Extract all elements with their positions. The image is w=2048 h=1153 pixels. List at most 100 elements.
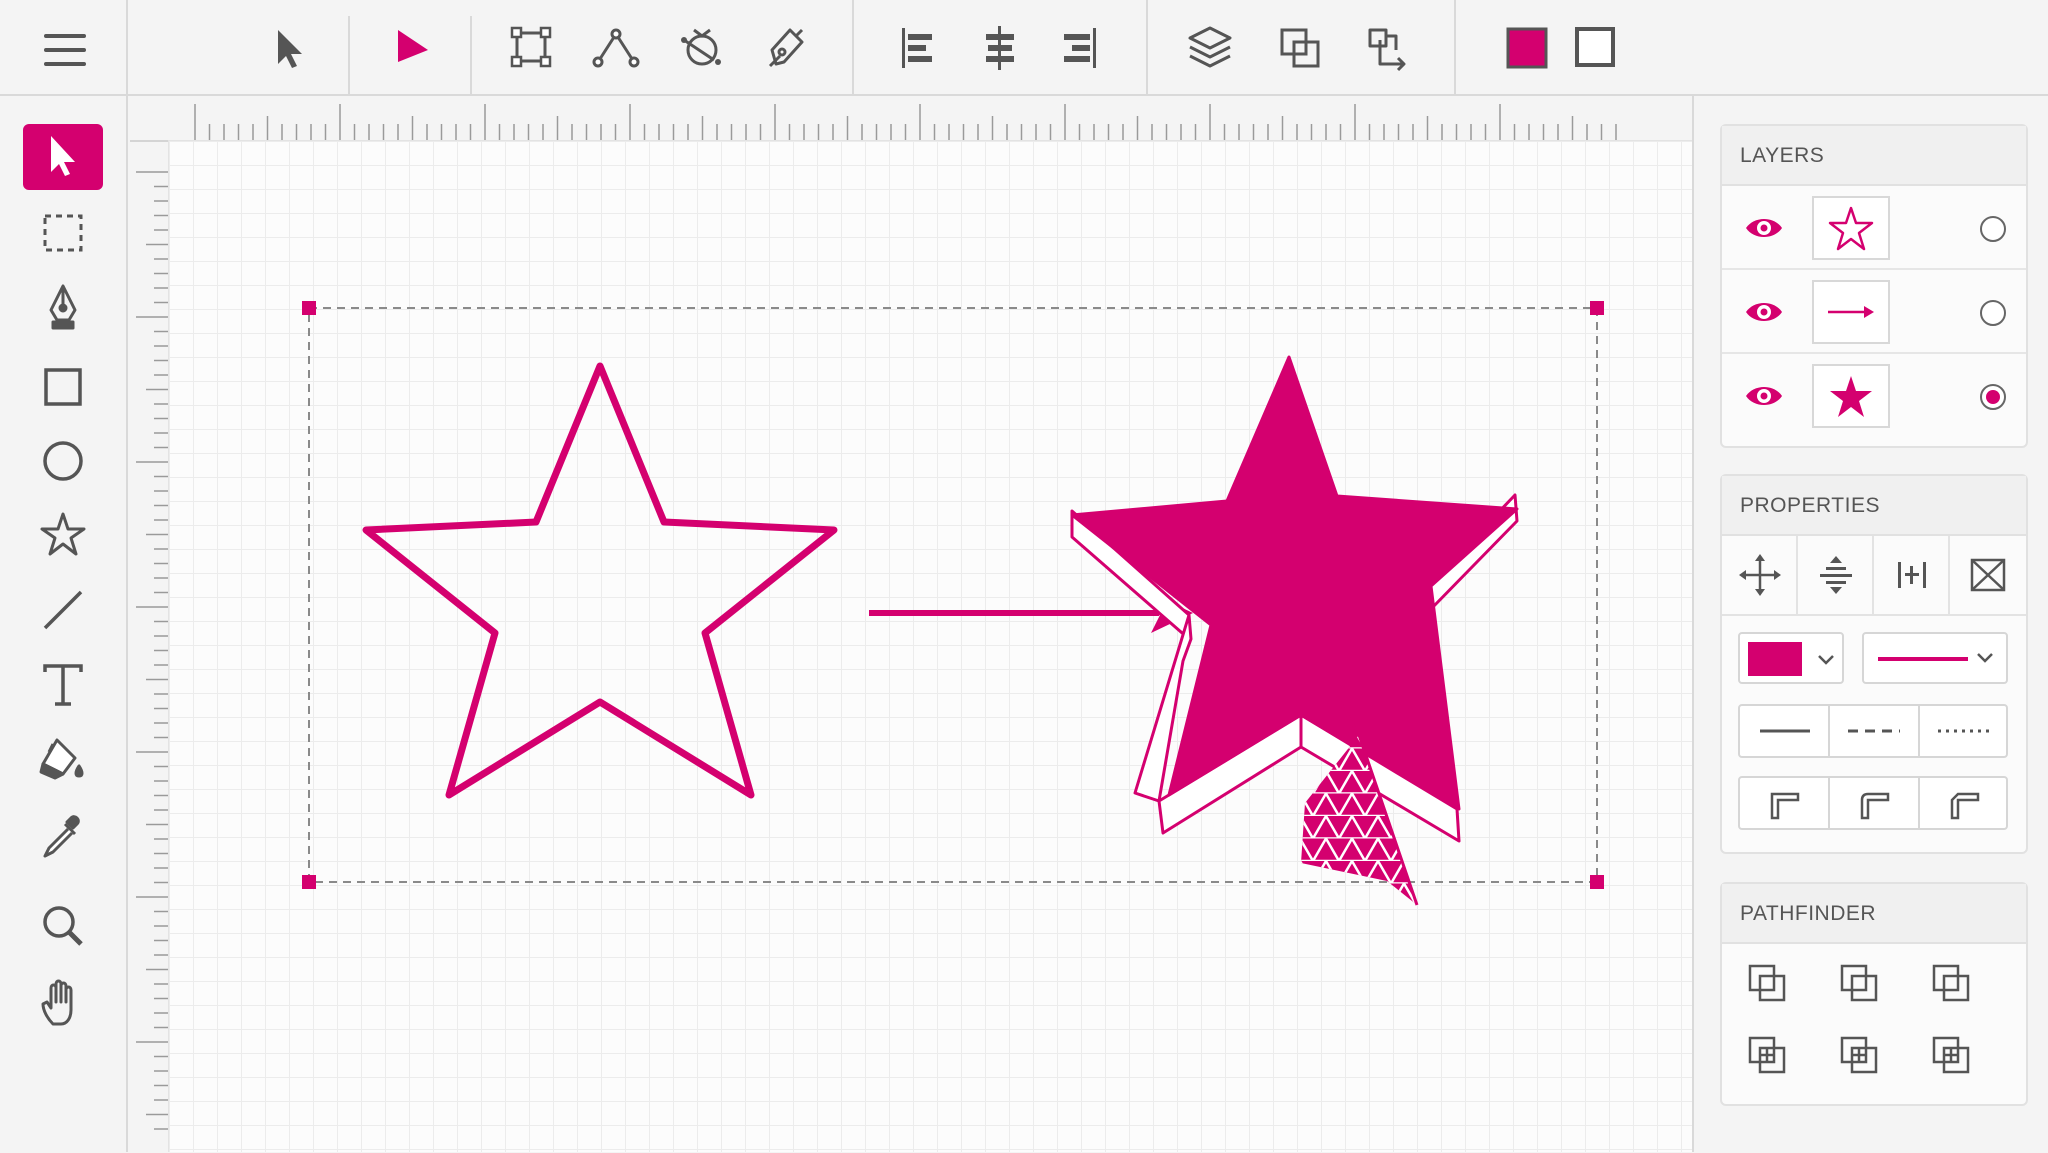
exclude-icon [1748,1036,1786,1074]
fill-swatch-icon [1506,27,1548,69]
fill-color-dropdown[interactable] [1738,632,1844,684]
fit-frame-icon [1970,558,2006,592]
corner-miter-icon[interactable] [1770,792,1800,820]
intersect-button[interactable] [1928,960,1976,1008]
properties-panel: PROPERTIES [1720,474,2028,854]
marquee-select-icon [43,214,83,252]
properties-panel-title: PROPERTIES [1722,476,2026,536]
align-left-button[interactable] [890,20,946,76]
minus-front-icon [1840,964,1878,1002]
vertical-ruler[interactable] [130,142,168,1152]
horizontal-ruler[interactable] [130,98,1690,142]
corner-style-segmented [1738,776,2008,830]
distribute-vertical-icon [1820,556,1852,594]
rectangle-tool[interactable] [23,354,103,420]
star-tool-icon [40,512,86,556]
menu-button[interactable] [0,0,128,96]
eye-icon[interactable] [1744,210,1784,246]
layer-row[interactable] [1722,186,2026,270]
rectangle-tool-icon [44,368,82,406]
drawing-canvas[interactable] [168,140,1692,1152]
trim-button[interactable] [1928,1032,1976,1080]
layers-panel-title: LAYERS [1722,126,2026,186]
layer-select-radio[interactable] [1980,300,2006,326]
eye-icon[interactable] [1744,378,1784,414]
marquee-select-tool[interactable] [23,200,103,266]
group-button[interactable] [1272,20,1328,76]
layers-panel: LAYERS [1720,124,2028,448]
line-tool[interactable] [23,576,103,642]
direct-selection-tool-icon [398,30,428,62]
zoom-tool[interactable] [23,892,103,958]
align-center-button[interactable] [972,20,1028,76]
divide-icon [1840,1036,1878,1074]
pen-edit-button[interactable] [760,20,816,76]
filled-3d-star[interactable] [1070,355,1519,921]
hand-tool[interactable] [23,972,103,1038]
fit-frame-button[interactable] [1950,536,2026,614]
hand-tool-icon [41,979,73,1026]
outline-star[interactable] [362,362,838,799]
anchor-point-button[interactable] [588,20,644,76]
pen-edit-icon [768,28,804,68]
selection-tool-button[interactable] [262,20,318,76]
move-button[interactable] [1722,536,1798,614]
paint-bucket-tool[interactable] [23,728,103,794]
zoom-icon [43,906,83,946]
fill-color-swatch[interactable] [1500,20,1556,76]
align-right-icon [1064,28,1096,68]
stroke-color-swatch[interactable] [1568,20,1624,76]
toolbar-divider [470,16,472,96]
selection-handle[interactable] [302,875,316,889]
distribute-horizontal-icon [1898,562,1926,588]
rotate-icon [681,28,721,66]
layer-row[interactable] [1722,354,2026,438]
corner-round-icon[interactable] [1860,792,1890,820]
transform-copy-button[interactable] [1360,20,1416,76]
unite-button[interactable] [1744,960,1792,1008]
layers-button[interactable] [1182,20,1238,76]
toolbar-divider [1454,0,1456,96]
pathfinder-panel-title: PATHFINDER [1722,884,2026,944]
fill-stroke-row [1722,632,2026,686]
selection-handle[interactable] [1590,301,1604,315]
corner-style-options [1770,792,1980,820]
top-toolbar [0,0,2048,96]
corner-bevel-icon[interactable] [1950,792,1980,820]
pen-tool[interactable] [23,276,103,342]
layer-thumbnail [1812,196,1890,260]
eye-icon[interactable] [1744,294,1784,330]
layer-select-radio[interactable] [1980,216,2006,242]
free-transform-icon [510,26,552,68]
distribute-horizontal-button[interactable] [1874,536,1950,614]
eyedropper-tool[interactable] [23,804,103,870]
align-center-icon [986,26,1014,70]
selection-handle[interactable] [1590,875,1604,889]
pathfinder-panel: PATHFINDER [1720,882,2028,1106]
minus-front-button[interactable] [1836,960,1884,1008]
chevron-down-icon [1818,655,1834,665]
direct-selection-tool-button[interactable] [384,20,440,76]
distribute-vertical-button[interactable] [1798,536,1874,614]
selection-tool[interactable] [23,124,103,190]
free-transform-button[interactable] [504,20,560,76]
fill-color-swatch-preview [1748,642,1802,676]
type-tool-icon [43,664,83,706]
layer-thumbnail [1812,364,1890,428]
rotate-tool-button[interactable] [674,20,730,76]
anchor-point-icon [592,28,640,68]
star-tool[interactable] [23,502,103,568]
divide-button[interactable] [1836,1032,1884,1080]
layer-select-radio[interactable] [1980,384,2006,410]
stroke-style-dropdown[interactable] [1862,632,2008,684]
align-right-button[interactable] [1052,20,1108,76]
selection-handle[interactable] [302,301,316,315]
ellipse-tool[interactable] [23,428,103,494]
exclude-button[interactable] [1744,1032,1792,1080]
eyedropper-icon [43,815,80,858]
ellipse-tool-icon [43,441,83,481]
layer-row[interactable] [1722,270,2026,354]
toolbar-divider [348,16,350,96]
type-tool[interactable] [23,652,103,718]
outline-star-thumb-icon [1828,206,1874,251]
